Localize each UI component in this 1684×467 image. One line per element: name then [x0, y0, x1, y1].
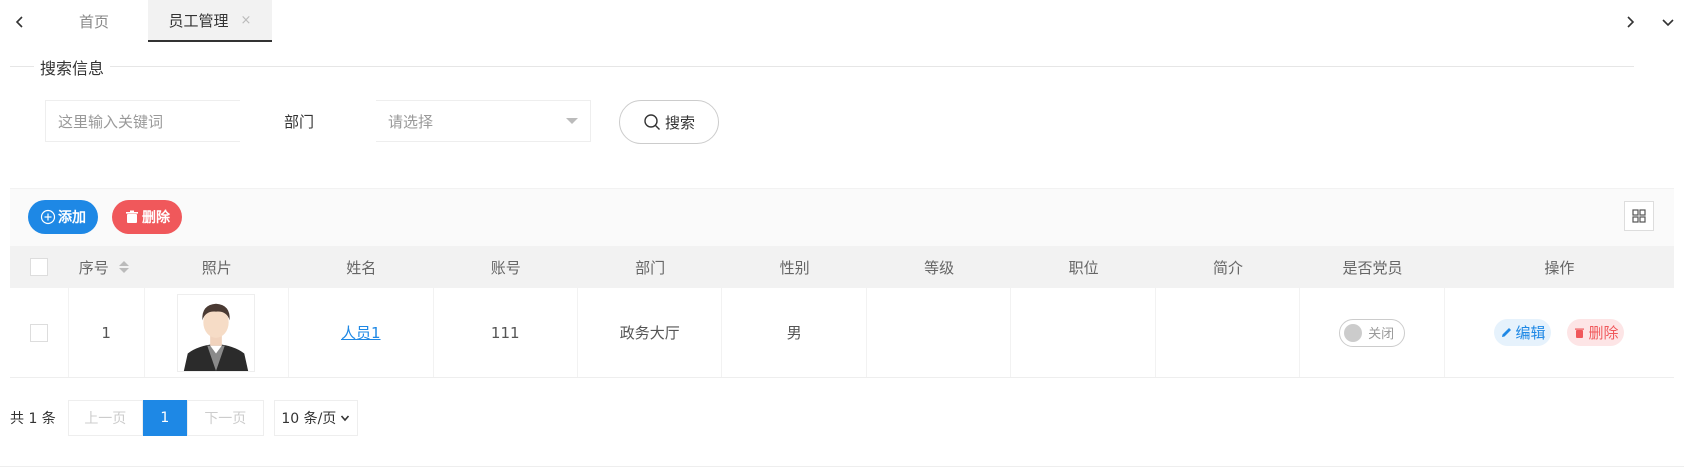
chevron-left-icon[interactable]	[8, 10, 32, 34]
keyword-input[interactable]: 这里输入关键词	[45, 100, 240, 142]
row-actions-cell: 编辑 删除	[1445, 288, 1674, 377]
header-checkbox-cell	[10, 246, 69, 288]
row-level	[867, 288, 1012, 377]
table-header: 序号 照片 姓名 账号 部门 性别 等级 职位 简介 是否党员 操作	[10, 246, 1674, 288]
tab-home-label: 首页	[78, 12, 109, 31]
prev-page-button[interactable]: 上一页	[67, 400, 143, 436]
row-checkbox-cell	[10, 288, 69, 377]
row-delete-button[interactable]: 删除	[1567, 319, 1625, 346]
header-account: 账号	[490, 258, 521, 277]
row-party-member-cell: 关闭	[1300, 288, 1445, 377]
tab-employee-label: 员工管理	[168, 11, 229, 30]
add-button-label: 添加	[58, 210, 86, 226]
row-checkbox[interactable]	[29, 323, 48, 342]
header-photo: 照片	[201, 258, 232, 277]
trash-icon	[1575, 328, 1585, 338]
header-actions: 操作	[1544, 258, 1575, 277]
pagination: 共 1 条 上一页 1 下一页 10 条/页	[10, 400, 358, 436]
header-gender: 性别	[779, 258, 810, 277]
tab-bar: 首页 员工管理 ×	[0, 0, 1684, 44]
party-member-toggle[interactable]: 关闭	[1339, 318, 1406, 347]
tab-home[interactable]: 首页	[56, 0, 132, 42]
header-intro: 简介	[1213, 258, 1244, 277]
header-index[interactable]: 序号	[69, 246, 145, 288]
current-page-button[interactable]: 1	[142, 400, 187, 436]
table-row: 1 人员1 111 政务大厅 男 关闭 编辑 删除	[10, 288, 1674, 378]
search-button-label: 搜索	[664, 113, 695, 132]
toggle-knob	[1344, 323, 1363, 342]
header-level: 等级	[924, 258, 955, 277]
trash-icon	[126, 210, 138, 223]
search-fieldset: 搜索信息	[10, 55, 1634, 174]
keyword-placeholder: 这里输入关键词	[58, 112, 164, 131]
header-index-label: 序号	[78, 258, 109, 277]
pencil-icon	[1502, 328, 1512, 337]
employee-name-link[interactable]: 人员1	[341, 322, 381, 343]
caret-down-icon	[566, 118, 578, 124]
avatar-icon	[184, 303, 249, 371]
page-size-select[interactable]: 10 条/页	[273, 400, 358, 436]
department-select[interactable]: 请选择	[376, 100, 591, 142]
sort-icon[interactable]	[118, 261, 129, 273]
search-icon	[644, 114, 660, 130]
tab-employee-management[interactable]: 员工管理 ×	[148, 0, 272, 42]
row-position	[1011, 288, 1156, 377]
plus-circle-icon	[40, 209, 56, 225]
employee-table: 序号 照片 姓名 账号 部门 性别 等级 职位 简介 是否党员 操作 1 人员1…	[10, 246, 1674, 378]
edit-button[interactable]: 编辑	[1494, 319, 1552, 346]
row-department: 政务大厅	[578, 288, 723, 377]
header-party-member: 是否党员	[1342, 258, 1403, 277]
page-size-label: 10 条/页	[281, 411, 337, 427]
close-icon[interactable]: ×	[241, 13, 252, 28]
row-index: 1	[69, 288, 145, 377]
employee-photo	[177, 293, 256, 372]
select-all-checkbox[interactable]	[30, 258, 49, 276]
header-name: 姓名	[346, 258, 377, 277]
pagination-total: 共 1 条	[10, 411, 56, 427]
edit-button-label: 编辑	[1515, 324, 1546, 342]
delete-button[interactable]: 删除	[112, 200, 182, 234]
row-photo-cell	[145, 288, 290, 377]
header-department: 部门	[635, 258, 666, 277]
search-legend: 搜索信息	[34, 55, 111, 79]
row-intro	[1156, 288, 1301, 377]
delete-button-label: 删除	[142, 210, 170, 226]
next-page-button[interactable]: 下一页	[186, 400, 264, 436]
add-button[interactable]: 添加	[28, 200, 98, 234]
row-gender: 男	[722, 288, 867, 377]
department-placeholder: 请选择	[388, 112, 434, 131]
toggle-label: 关闭	[1368, 327, 1395, 342]
chevron-down-icon	[341, 415, 350, 422]
department-label: 部门	[284, 112, 315, 131]
row-name-cell: 人员1	[289, 288, 434, 377]
column-filter-icon[interactable]	[1624, 201, 1654, 231]
header-position: 职位	[1068, 258, 1099, 277]
row-account: 111	[434, 288, 578, 377]
search-button[interactable]: 搜索	[619, 100, 719, 144]
chevron-right-icon[interactable]	[1618, 10, 1642, 34]
table-toolbar: 添加 删除	[10, 188, 1674, 246]
row-delete-button-label: 删除	[1588, 324, 1619, 342]
chevron-down-icon[interactable]	[1656, 10, 1680, 34]
